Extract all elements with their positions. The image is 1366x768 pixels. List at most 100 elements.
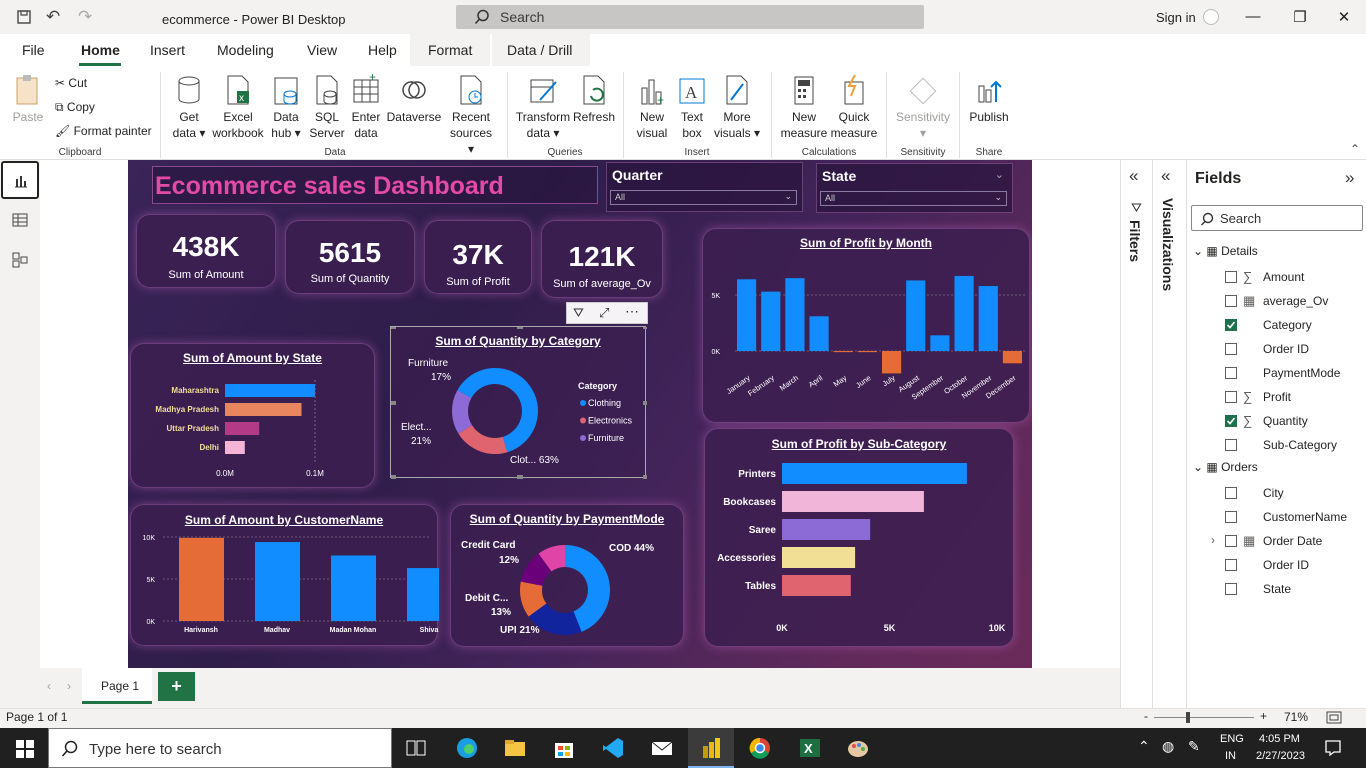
excel-workbook-button[interactable]: x Excel workbook: [210, 74, 266, 141]
save-icon[interactable]: [16, 9, 32, 25]
microsoft-store-icon[interactable]: [552, 736, 576, 760]
network-icon[interactable]: ◍: [1162, 738, 1174, 755]
clear-selection-icon[interactable]: ⌄: [995, 168, 1004, 181]
refresh-button[interactable]: Refresh: [572, 74, 616, 125]
copy-button[interactable]: ⧉ Copy: [55, 100, 95, 115]
field-item[interactable]: ▦ › Order Date: [1187, 532, 1366, 552]
chart-profit-by-month[interactable]: Sum of Profit by Month 5K 0K January Februa…: [702, 228, 1030, 423]
field-checkbox[interactable]: [1225, 415, 1237, 427]
field-checkbox[interactable]: [1225, 487, 1237, 499]
chart-amount-by-state[interactable]: Sum of Amount by State Maharashtra Madhya…: [130, 343, 375, 488]
sensitivity-button[interactable]: Sensitivity ▾: [893, 74, 953, 141]
edge-icon[interactable]: [455, 736, 479, 760]
page-tab-1[interactable]: Page 1: [82, 668, 152, 704]
expand-hierarchy-icon[interactable]: ›: [1211, 533, 1215, 547]
fit-to-page-icon[interactable]: [1326, 711, 1342, 725]
excel-taskbar-icon[interactable]: X: [798, 736, 822, 760]
transform-data-button[interactable]: Transform data ▾: [514, 74, 572, 141]
field-checkbox[interactable]: [1225, 295, 1237, 307]
zoom-out-button[interactable]: -: [1144, 709, 1148, 723]
mail-icon[interactable]: [650, 736, 674, 760]
field-item[interactable]: Sub-Category: [1187, 436, 1366, 456]
field-checkbox[interactable]: [1225, 367, 1237, 379]
paste-button[interactable]: Paste: [10, 74, 46, 125]
chart-amount-by-customer[interactable]: Sum of Amount by CustomerName 10K 5K 0K Har…: [130, 504, 439, 646]
field-checkbox[interactable]: [1225, 391, 1237, 403]
field-checkbox[interactable]: [1225, 319, 1237, 331]
field-checkbox[interactable]: [1225, 271, 1237, 283]
chevron-down-icon[interactable]: ⌄: [1193, 244, 1206, 258]
field-item[interactable]: State: [1187, 580, 1366, 600]
model-view-icon[interactable]: [12, 252, 28, 268]
pen-icon[interactable]: ✎: [1188, 738, 1200, 755]
avatar[interactable]: [1203, 9, 1219, 25]
cut-button[interactable]: ✂ Cut: [55, 76, 87, 90]
field-item[interactable]: CustomerName: [1187, 508, 1366, 528]
more-visuals-button[interactable]: More visuals ▾: [712, 74, 762, 141]
tab-file[interactable]: File: [22, 42, 45, 58]
powerbi-taskbar-button[interactable]: [688, 728, 734, 768]
field-checkbox[interactable]: [1225, 559, 1237, 571]
kpi-card-average-ov[interactable]: 121K Sum of average_Ov: [541, 220, 663, 298]
enter-data-button[interactable]: + Enter data: [348, 70, 384, 141]
slicer-quarter-dropdown[interactable]: All ⌄: [610, 190, 797, 205]
language-indicator[interactable]: ENG: [1220, 733, 1244, 745]
field-checkbox[interactable]: [1225, 535, 1237, 547]
tab-modeling[interactable]: Modeling: [217, 42, 274, 58]
clock-time[interactable]: 4:05 PM: [1259, 733, 1300, 745]
tab-data-drill[interactable]: Data / Drill: [507, 42, 572, 58]
next-page-icon[interactable]: ›: [67, 679, 71, 693]
fields-search-input[interactable]: Search: [1191, 205, 1363, 231]
show-hidden-icons[interactable]: ⌃: [1138, 738, 1150, 755]
zoom-in-button[interactable]: +: [1260, 709, 1267, 723]
kpi-card-quantity[interactable]: 5615 Sum of Quantity: [285, 220, 415, 294]
tab-home[interactable]: Home: [81, 42, 120, 58]
task-view-icon[interactable]: [404, 736, 428, 760]
close-icon[interactable]: ✕: [1334, 8, 1354, 26]
data-view-icon[interactable]: [12, 212, 28, 228]
field-item[interactable]: City: [1187, 484, 1366, 504]
slicer-quarter[interactable]: Quarter All ⌄: [606, 162, 803, 212]
dashboard-canvas[interactable]: Ecommerce sales Dashboard Quarter All ⌄ …: [128, 160, 1032, 668]
field-table-header[interactable]: ⌄ ▦ Orders: [1193, 460, 1258, 474]
quick-measure-button[interactable]: Quick measure: [830, 74, 878, 141]
paint-icon[interactable]: [846, 736, 870, 760]
field-item[interactable]: Order ID: [1187, 556, 1366, 576]
zoom-slider-handle[interactable]: [1186, 712, 1190, 723]
recent-sources-button[interactable]: Recent sources ▾: [446, 74, 496, 157]
clock-date[interactable]: 2/27/2023: [1256, 750, 1305, 762]
redo-icon[interactable]: ↷: [78, 7, 92, 27]
sql-server-button[interactable]: SQL Server: [308, 74, 346, 141]
chart-quantity-by-paymentmode[interactable]: Sum of Quantity by PaymentMode COD 44% UP…: [450, 504, 684, 647]
zoom-slider[interactable]: [1154, 717, 1254, 718]
slicer-state[interactable]: State ⌄ All ⌄: [816, 163, 1013, 213]
sign-in-link[interactable]: Sign in: [1156, 10, 1196, 25]
region-indicator[interactable]: IN: [1225, 750, 1236, 762]
chevron-down-icon[interactable]: ⌄: [1193, 460, 1206, 474]
title-search-box[interactable]: Search: [456, 5, 924, 29]
collapse-fields-icon[interactable]: »: [1345, 168, 1354, 188]
field-item[interactable]: ▦ average_Ov: [1187, 292, 1366, 312]
vscode-icon[interactable]: [601, 736, 625, 760]
notifications-icon[interactable]: [1324, 739, 1342, 757]
prev-page-icon[interactable]: ‹: [47, 679, 51, 693]
collapse-ribbon-icon[interactable]: ⌃: [1350, 142, 1360, 156]
chrome-icon[interactable]: [748, 736, 772, 760]
chart-quantity-by-category[interactable]: Sum of Quantity by Category Furniture 17%…: [390, 326, 647, 479]
text-box-button[interactable]: A Text box: [674, 74, 710, 141]
new-visual-button[interactable]: + New visual: [632, 74, 672, 141]
field-checkbox[interactable]: [1225, 583, 1237, 595]
chart-profit-by-subcategory[interactable]: Sum of Profit by Sub-Category 0K 5K 10K Pri…: [704, 428, 1014, 647]
file-explorer-icon[interactable]: [503, 736, 527, 760]
publish-button[interactable]: Publish: [966, 74, 1012, 125]
more-options-icon[interactable]: ⋯: [625, 303, 639, 320]
dataverse-button[interactable]: Dataverse: [386, 74, 442, 125]
tab-view[interactable]: View: [307, 42, 337, 58]
field-table-header[interactable]: ⌄ ▦ Details: [1193, 244, 1258, 258]
slicer-state-dropdown[interactable]: All ⌄: [820, 191, 1007, 206]
restore-icon[interactable]: ❐: [1290, 8, 1310, 26]
field-checkbox[interactable]: [1225, 343, 1237, 355]
expand-visualizations-icon[interactable]: «: [1161, 166, 1170, 186]
field-item[interactable]: Order ID: [1187, 340, 1366, 360]
filter-icon[interactable]: ⛛: [573, 305, 584, 321]
